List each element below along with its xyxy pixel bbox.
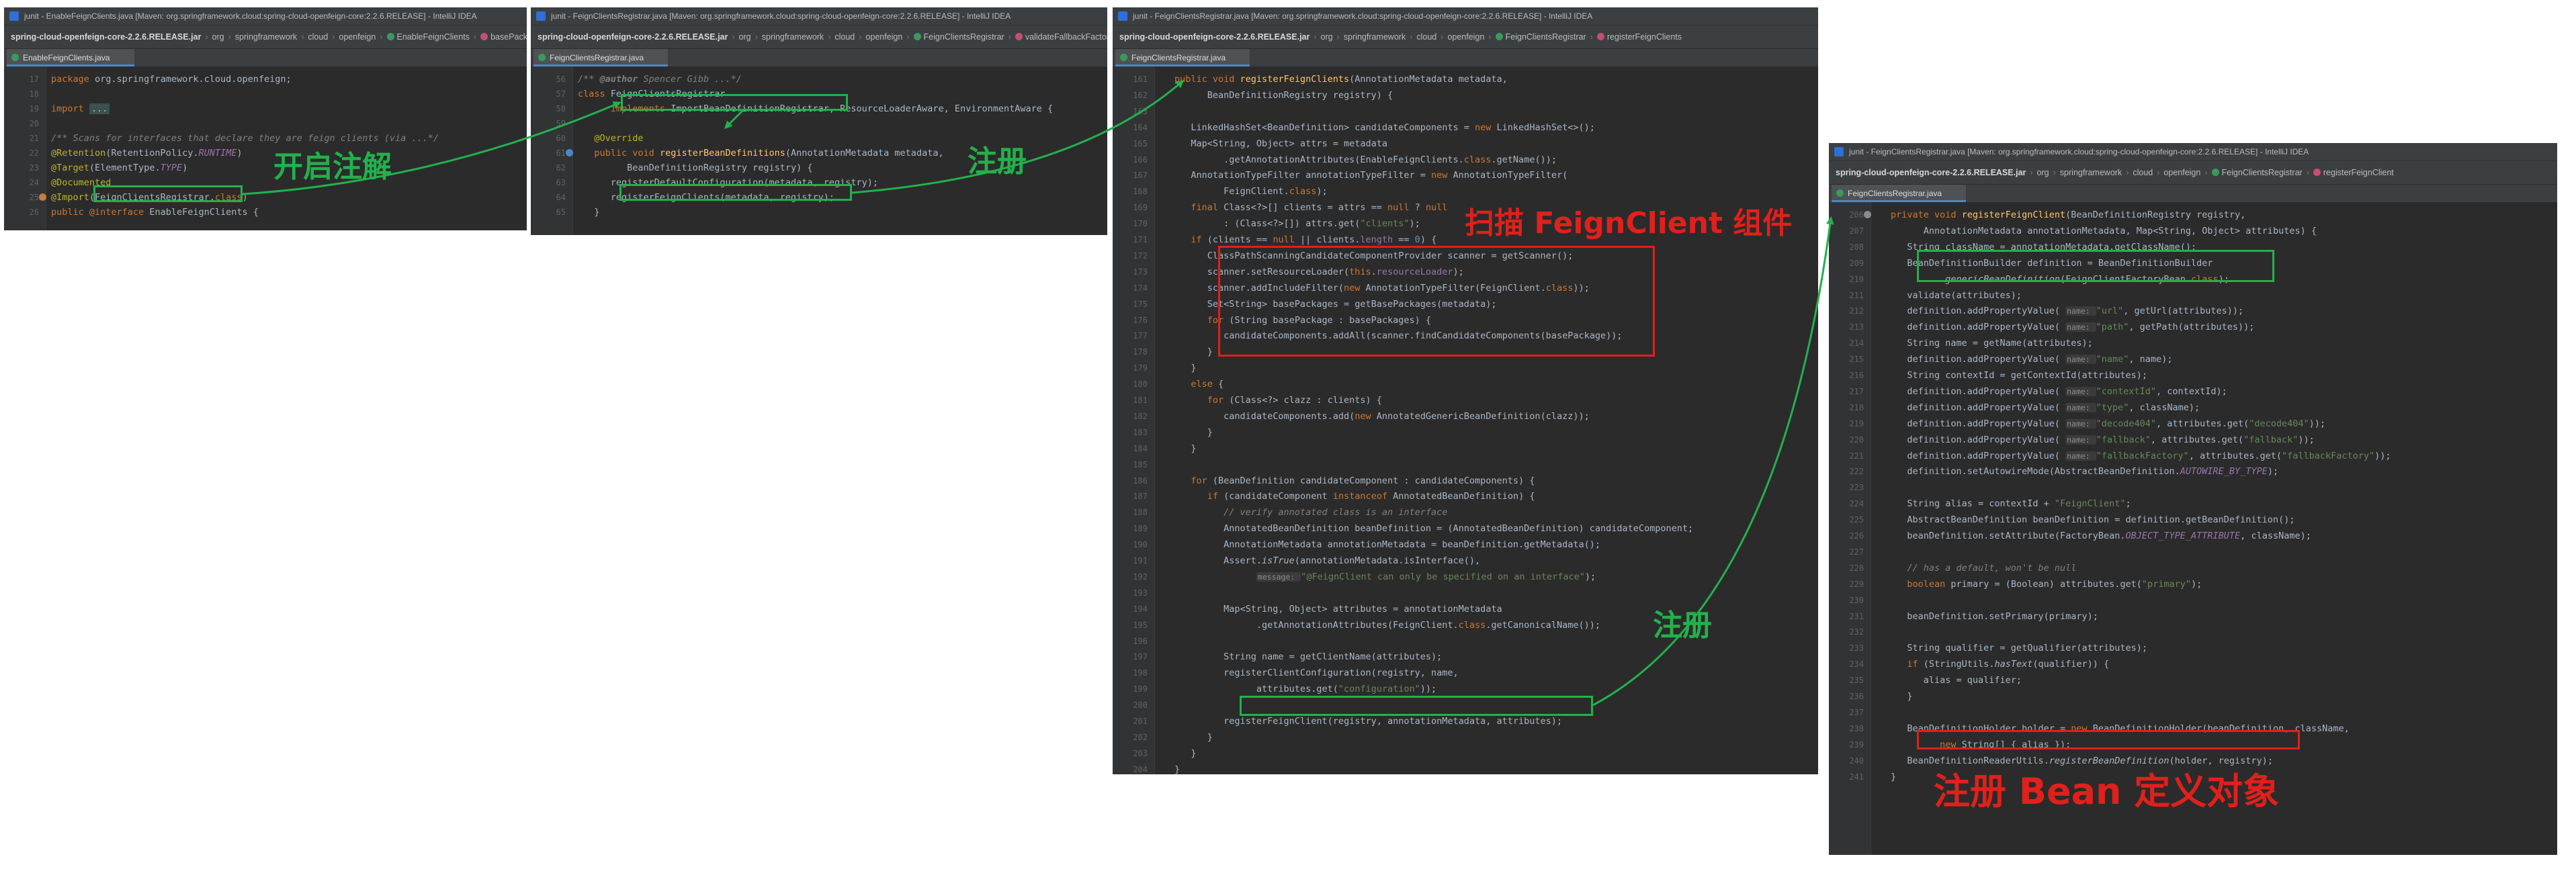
annotation-register-2: 注册	[1653, 608, 1712, 643]
annotation-scan: 扫描 FeignClient 组件	[1465, 206, 1793, 240]
arrow-call-to-register-feign-client	[1592, 216, 1834, 706]
annotation-register-1: 注册	[968, 144, 1027, 179]
annotation-register-bean: 注册 Bean 定义对象	[1934, 770, 2280, 813]
annotation-enable: 开启注解	[273, 150, 392, 184]
flow-arrows	[242, 80, 1834, 706]
arrow-implements-to-method	[724, 109, 744, 130]
